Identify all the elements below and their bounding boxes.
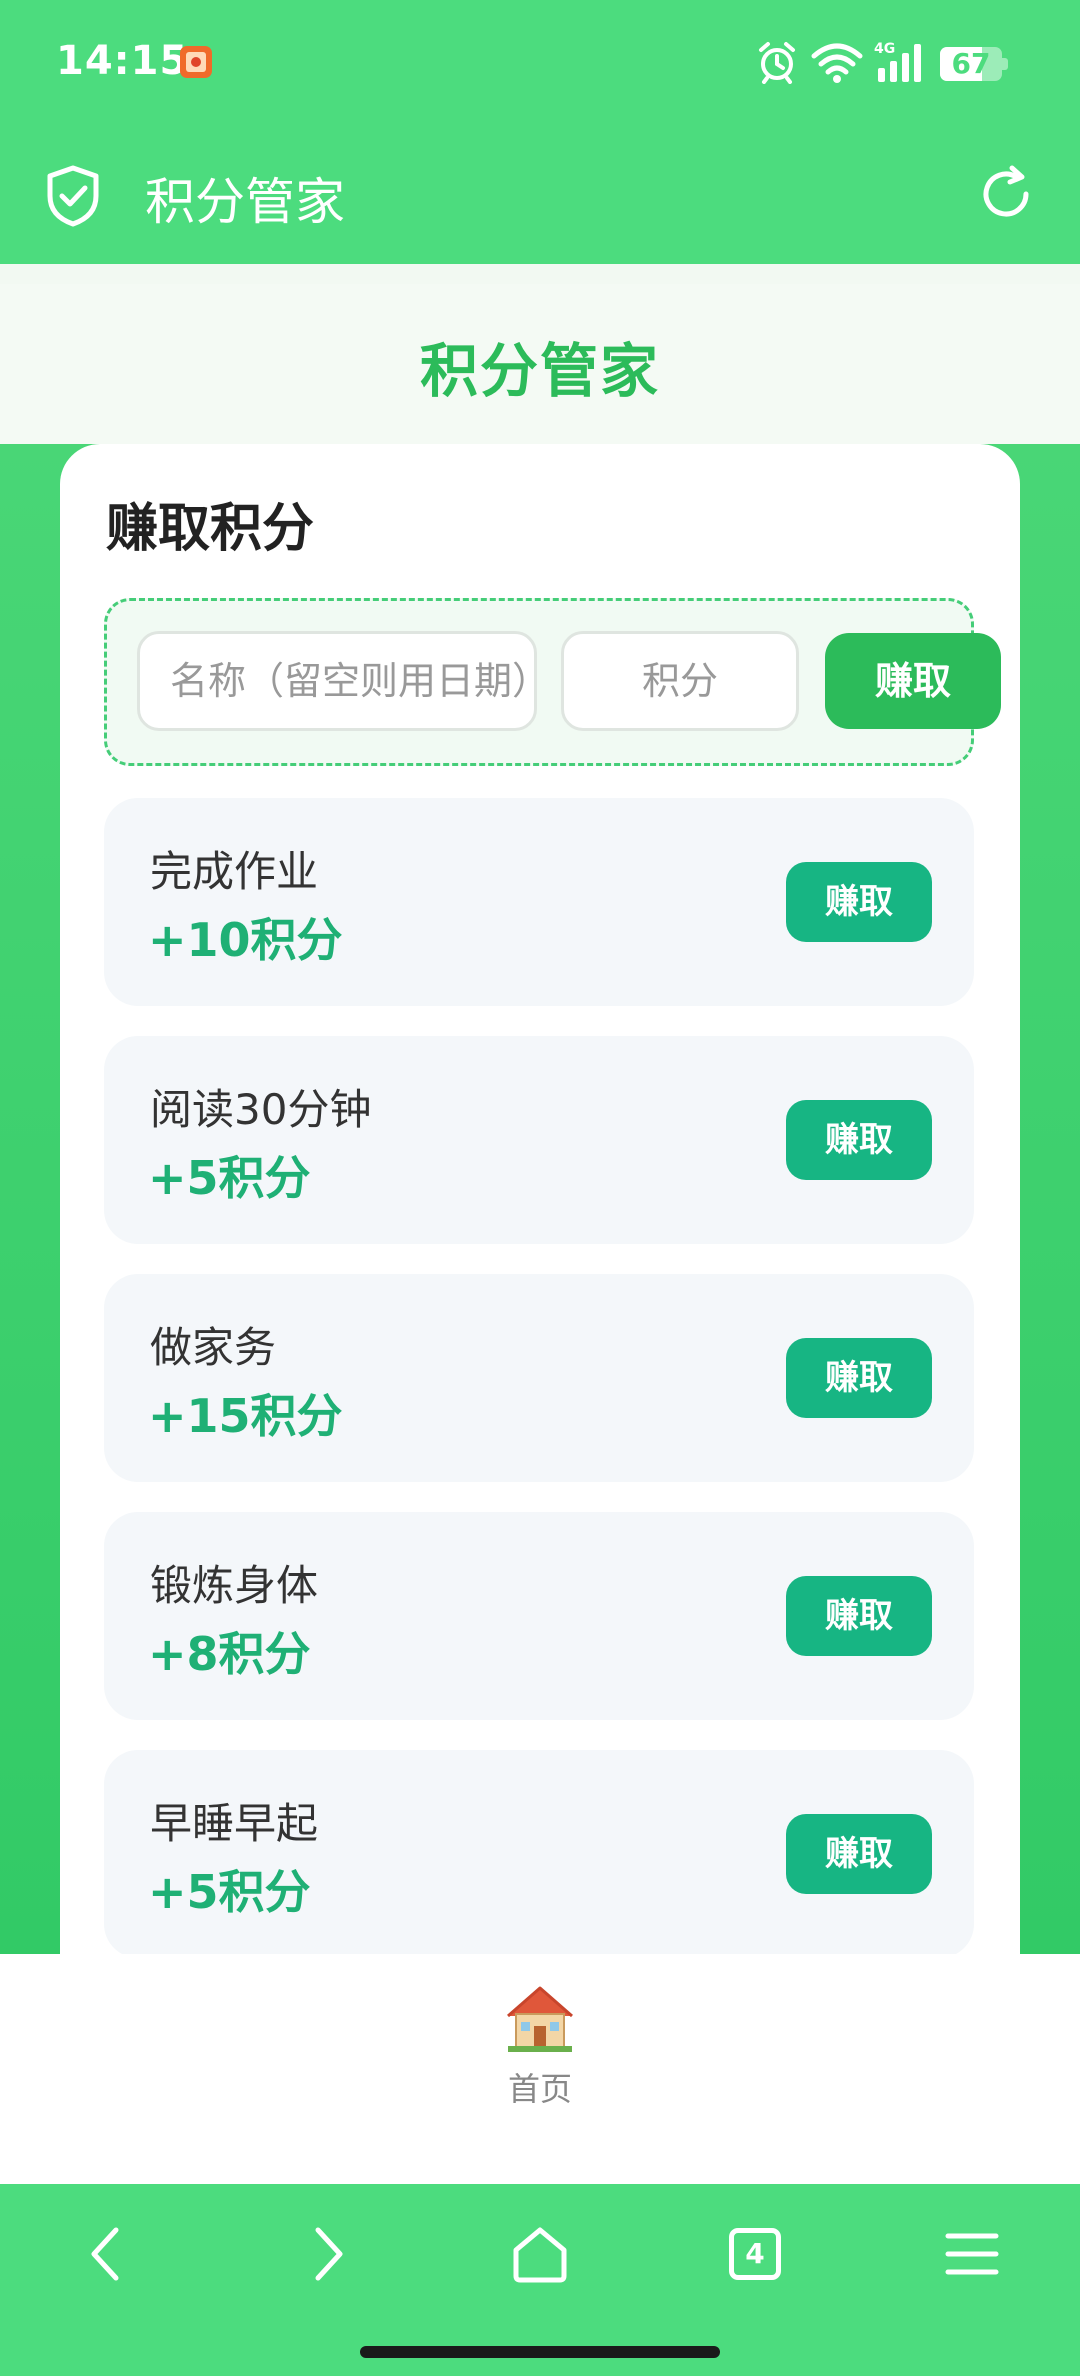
task-item: 做家务 +15积分 赚取 — [104, 1274, 974, 1482]
svg-text:4G: 4G — [874, 41, 895, 57]
battery-indicator: 67 — [940, 47, 1008, 81]
task-points: +15积分 — [148, 1389, 343, 1443]
tabs-count-icon[interactable]: 4 — [729, 2228, 781, 2280]
page-title: 积分管家 — [419, 337, 660, 405]
forward-icon[interactable] — [294, 2222, 358, 2286]
task-item: 早睡早起 +5积分 赚取 — [104, 1750, 974, 1954]
browser-navigation-bar: 4 — [0, 2184, 1080, 2376]
home-icon[interactable] — [508, 2222, 572, 2286]
task-name: 做家务 — [150, 1323, 277, 1372]
task-item: 阅读30分钟 +5积分 赚取 — [104, 1036, 974, 1244]
bottom-tab-bar: 首页 — [0, 1954, 1080, 2184]
earn-submit-button[interactable]: 赚取 — [825, 633, 1001, 729]
task-item: 完成作业 +10积分 赚取 — [104, 798, 974, 1006]
cellular-signal-icon: 4G — [874, 41, 921, 82]
task-name: 阅读30分钟 — [150, 1085, 372, 1134]
points-input[interactable]: 积分 — [561, 631, 799, 731]
task-points: +5积分 — [148, 1151, 311, 1205]
card-title: 赚取积分 — [106, 499, 315, 559]
page-header: 积分管家 — [0, 284, 1080, 444]
house-icon — [507, 1986, 573, 2052]
refresh-icon[interactable] — [976, 164, 1036, 224]
menu-icon[interactable] — [940, 2222, 1004, 2286]
earn-button[interactable]: 赚取 — [786, 862, 932, 942]
earn-button[interactable]: 赚取 — [786, 1814, 932, 1894]
status-time: 14:15 — [56, 38, 189, 84]
custom-earn-form: 名称（留空则用日期） 积分 赚取 — [104, 598, 1001, 766]
app-bar: 积分管家 — [0, 128, 1080, 264]
task-points: +5积分 — [148, 1865, 311, 1919]
task-item: 锻炼身体 +8积分 赚取 — [104, 1512, 974, 1720]
earn-button[interactable]: 赚取 — [786, 1576, 932, 1656]
earn-button[interactable]: 赚取 — [786, 1100, 932, 1180]
screen: 14:15 4G 67 积分管家 积分管家 赚取积分 名称（留空则用日期） 积分… — [0, 0, 1080, 2376]
clipped-content-strip — [0, 264, 1080, 284]
shield-check-icon[interactable] — [44, 164, 102, 228]
status-bar: 14:15 4G 67 — [0, 0, 1080, 128]
gesture-handle[interactable] — [360, 2346, 720, 2358]
red-envelope-notification-icon — [180, 46, 212, 78]
app-bar-title: 积分管家 — [145, 173, 345, 231]
task-points: +8积分 — [148, 1627, 311, 1681]
task-points: +10积分 — [148, 913, 343, 967]
earn-points-card: 赚取积分 名称（留空则用日期） 积分 赚取 完成作业 +10积分 赚取 阅读30… — [60, 444, 1020, 1954]
earn-button[interactable]: 赚取 — [786, 1338, 932, 1418]
wifi-icon — [811, 43, 863, 83]
name-input[interactable]: 名称（留空则用日期） — [137, 631, 537, 731]
alarm-clock-icon — [759, 42, 795, 84]
task-name: 锻炼身体 — [150, 1561, 319, 1610]
tab-home-label: 首页 — [507, 2070, 572, 2108]
back-icon[interactable] — [76, 2222, 140, 2286]
battery-percent: 67 — [951, 47, 991, 80]
task-name: 早睡早起 — [150, 1799, 319, 1848]
task-name: 完成作业 — [150, 847, 319, 896]
